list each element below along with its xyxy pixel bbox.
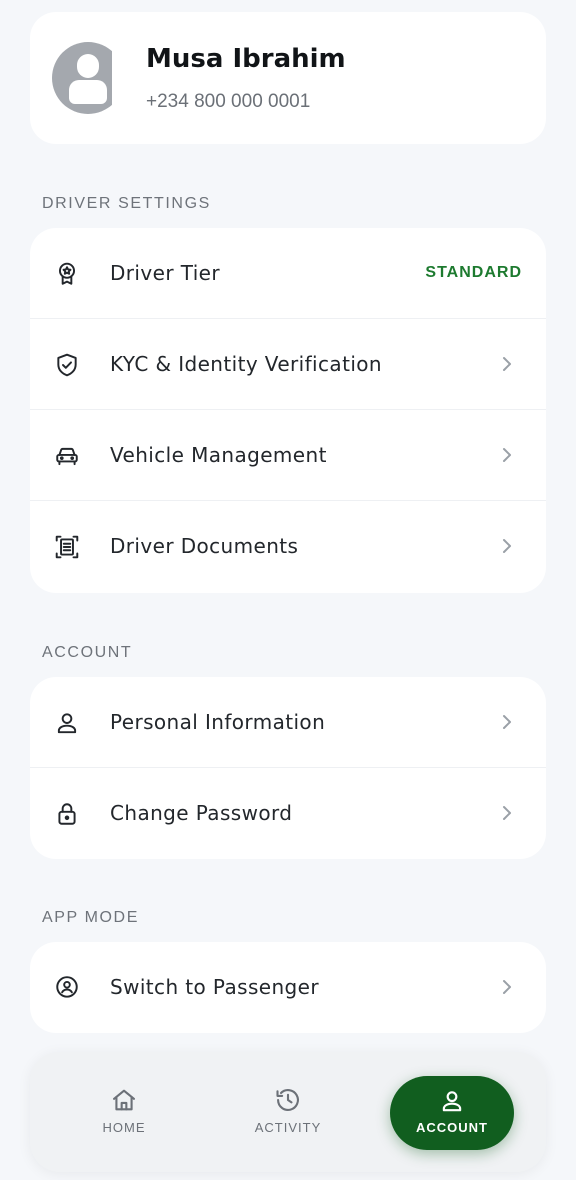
personal-information-label: Personal Information xyxy=(110,710,326,734)
driver-documents-label: Driver Documents xyxy=(110,534,299,558)
chevron-right-icon xyxy=(503,715,511,729)
driver-tier-row[interactable]: Driver Tier STANDARD xyxy=(30,228,546,319)
chevron-right-icon xyxy=(503,539,511,553)
change-password-row[interactable]: Change Password xyxy=(30,768,546,859)
vehicle-management-row[interactable]: Vehicle Management xyxy=(30,410,546,501)
location-person-icon xyxy=(56,976,78,998)
account-card: Personal Information Change Password xyxy=(30,677,546,859)
change-password-label: Change Password xyxy=(110,801,293,825)
bottom-nav: HOME ACTIVITY ACCOUNT xyxy=(30,1052,546,1172)
driver-tier-label: Driver Tier xyxy=(110,261,220,285)
lock-icon xyxy=(58,803,76,825)
personal-information-row[interactable]: Personal Information xyxy=(30,677,546,768)
kyc-verification-label: KYC & Identity Verification xyxy=(110,352,382,376)
avatar-icon xyxy=(52,42,112,114)
document-scan-icon xyxy=(55,535,79,559)
history-icon xyxy=(276,1089,299,1111)
nav-home[interactable]: HOME xyxy=(64,1076,184,1148)
switch-to-passenger-label: Switch to Passenger xyxy=(110,975,319,999)
driver-documents-row[interactable]: Driver Documents xyxy=(30,501,546,592)
home-icon xyxy=(113,1089,135,1111)
chevron-right-icon xyxy=(503,980,511,994)
section-heading-driver-settings: DRIVER SETTINGS xyxy=(42,195,211,212)
switch-to-passenger-row[interactable]: Switch to Passenger xyxy=(30,942,546,1033)
nav-activity-label: ACTIVITY xyxy=(254,1120,322,1135)
car-icon xyxy=(56,447,78,466)
chevron-right-icon xyxy=(503,806,511,820)
profile-card[interactable]: Musa Ibrahim +234 800 000 0001 xyxy=(30,12,546,144)
driver-settings-card: Driver Tier STANDARD KYC & Identity Veri… xyxy=(30,228,546,593)
nav-account-label: ACCOUNT xyxy=(416,1120,488,1135)
section-heading-account: ACCOUNT xyxy=(42,644,133,661)
chevron-right-icon xyxy=(503,448,511,462)
driver-tier-value: STANDARD xyxy=(425,264,522,281)
chevron-right-icon xyxy=(503,357,511,371)
profile-phone: +234 800 000 0001 xyxy=(146,91,311,112)
vehicle-management-label: Vehicle Management xyxy=(110,443,327,467)
shield-check-icon xyxy=(57,353,77,377)
kyc-verification-row[interactable]: KYC & Identity Verification xyxy=(30,319,546,410)
badge-icon xyxy=(58,262,76,285)
nav-home-label: HOME xyxy=(102,1120,146,1135)
person-icon xyxy=(57,713,77,734)
nav-account[interactable]: ACCOUNT xyxy=(390,1076,514,1150)
section-heading-app-mode: APP MODE xyxy=(42,909,139,926)
nav-activity[interactable]: ACTIVITY xyxy=(228,1076,348,1148)
person-icon xyxy=(442,1091,462,1112)
profile-name: Musa Ibrahim xyxy=(146,44,346,74)
app-mode-card: Switch to Passenger xyxy=(30,942,546,1033)
